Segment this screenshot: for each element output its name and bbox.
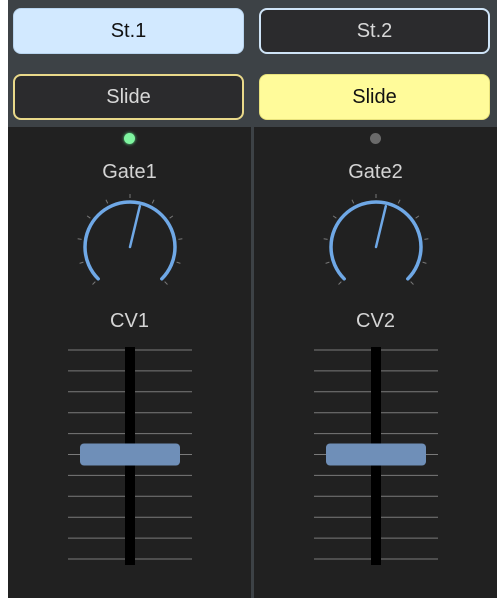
knob-arc: [329, 200, 423, 281]
knob-tick: [164, 281, 168, 285]
gate-indicator-led-2: [370, 133, 381, 144]
knob-tick: [86, 215, 91, 219]
cv-fader-2[interactable]: [310, 345, 442, 567]
tab-row-1: St.1: [8, 0, 251, 63]
knob-tick: [323, 238, 328, 240]
tab-st1-button[interactable]: St.1: [13, 8, 244, 54]
knob-tick: [338, 281, 342, 285]
channel-panel-1: Gate1 CV1: [8, 127, 251, 598]
knob-tick: [332, 215, 337, 219]
knob-tick: [424, 238, 429, 240]
knob-tick: [422, 261, 427, 264]
channel-2: St.2 Slide Gate2 CV2: [254, 0, 497, 598]
fader-handle: [80, 443, 180, 466]
gate-indicator-led-1: [124, 133, 135, 144]
slide-toggle-2[interactable]: Slide: [259, 74, 490, 120]
gate-label-2: Gate2: [348, 161, 403, 183]
knob-tick: [92, 281, 96, 285]
knob-tick: [351, 199, 355, 204]
gate-knob-1[interactable]: [77, 194, 183, 297]
gate-label-1: Gate1: [102, 161, 157, 183]
knob-tick: [105, 199, 109, 204]
knob-tick: [397, 199, 401, 204]
fader-handle: [326, 443, 426, 466]
knob-tick: [176, 261, 181, 264]
cv-label-1: CV1: [110, 310, 149, 332]
gate-knob-2[interactable]: [323, 194, 429, 297]
sequencer-app: St.1 Slide Gate1 CV1 St.2 Slide Gate2 CV…: [8, 0, 497, 598]
slide-row-1: Slide: [8, 66, 251, 129]
knob-tick: [77, 238, 82, 240]
tab-st2-button[interactable]: St.2: [259, 8, 490, 54]
cv-label-2: CV2: [356, 310, 395, 332]
knob-tick: [169, 215, 174, 219]
channel-panel-2: Gate2 CV2: [254, 127, 497, 598]
slide-toggle-1[interactable]: Slide: [13, 74, 244, 120]
cv-fader-1[interactable]: [64, 345, 196, 567]
knob-tick: [79, 261, 84, 264]
tab-row-2: St.2: [254, 0, 497, 63]
knob-pointer: [128, 204, 142, 249]
knob-arc: [83, 200, 177, 281]
knob-tick: [151, 199, 155, 204]
knob-tick: [325, 261, 330, 264]
knob-pointer: [374, 204, 388, 249]
knob-tick: [415, 215, 420, 219]
knob-tick: [178, 238, 183, 240]
slide-row-2: Slide: [254, 66, 497, 129]
knob-tick: [410, 281, 414, 285]
channel-1: St.1 Slide Gate1 CV1: [8, 0, 251, 598]
